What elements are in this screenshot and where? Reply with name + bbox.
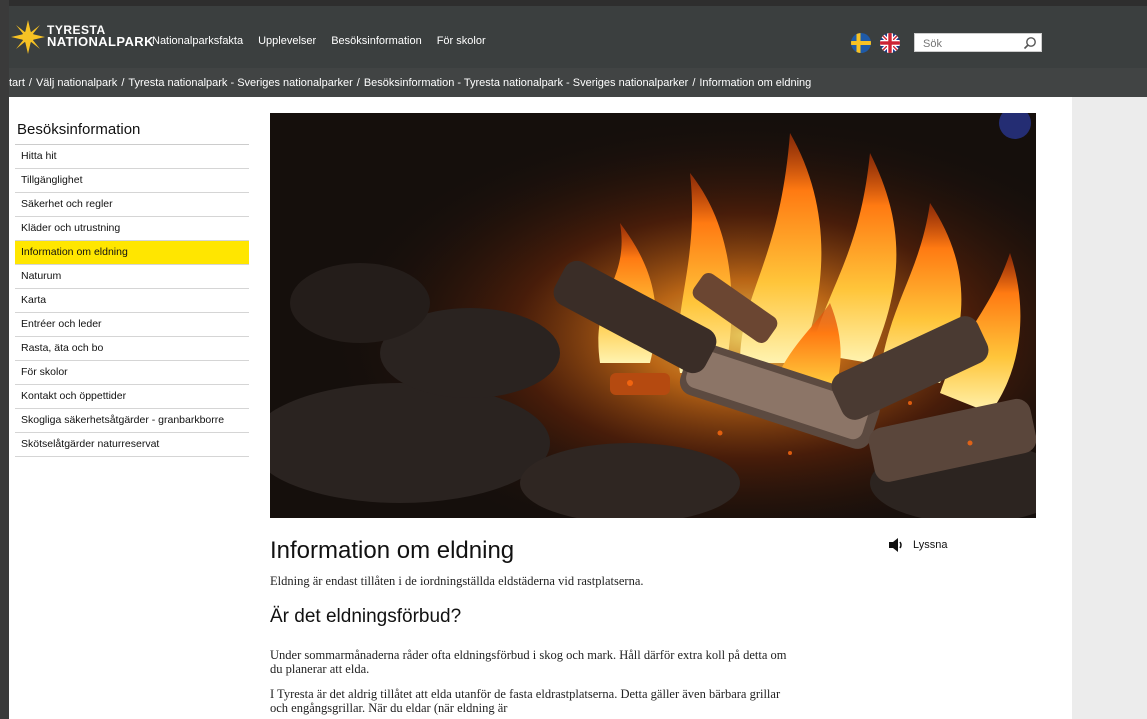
article-content: Information om eldning Eldning är endast… bbox=[270, 537, 790, 715]
search-box bbox=[914, 33, 1042, 55]
british-flag-icon[interactable] bbox=[880, 33, 900, 53]
site-logo[interactable]: TYRESTA NATIONALPARK bbox=[11, 20, 153, 60]
search-icon[interactable] bbox=[1023, 36, 1037, 55]
nav-for-skolor[interactable]: För skolor bbox=[437, 35, 486, 47]
breadcrumb-start[interactable]: tart bbox=[9, 77, 25, 89]
sidebar-title: Besöksinformation bbox=[15, 121, 249, 145]
sidebar-item-entreer-och-leder[interactable]: Entréer och leder bbox=[15, 313, 249, 337]
window-left-frame bbox=[0, 0, 9, 719]
swedish-flag-icon[interactable] bbox=[851, 33, 871, 53]
breadcrumb-valj-nationalpark[interactable]: Välj nationalpark bbox=[36, 77, 117, 89]
sidebar-item-rasta-ata-och-bo[interactable]: Rasta, äta och bo bbox=[15, 337, 249, 361]
breadcrumb-besoksinformation[interactable]: Besöksinformation - Tyresta nationalpark… bbox=[364, 77, 688, 89]
section-heading: Är det eldningsförbud? bbox=[270, 606, 462, 627]
breadcrumb-separator: / bbox=[692, 77, 696, 89]
nav-upplevelser[interactable]: Upplevelser bbox=[258, 35, 316, 47]
sidebar-item-information-om-eldning[interactable]: Information om eldning bbox=[15, 241, 249, 265]
logo-text: TYRESTA NATIONALPARK bbox=[47, 24, 154, 48]
sidebar-item-hitta-hit[interactable]: Hitta hit bbox=[15, 145, 249, 169]
breadcrumb-tyresta[interactable]: Tyresta nationalpark - Sveriges national… bbox=[128, 77, 352, 89]
paragraph-2: I Tyresta är det aldrig tillåtet att eld… bbox=[270, 687, 781, 715]
hero-campfire-image bbox=[270, 113, 1036, 518]
search-input[interactable] bbox=[921, 35, 1025, 53]
listen-button[interactable]: Lyssna bbox=[889, 538, 947, 552]
sidebar-item-skogliga-sakerhetsatgarder[interactable]: Skogliga säkerhetsåtgärder - granbarkbor… bbox=[15, 409, 249, 433]
sidebar: Besöksinformation Hitta hit Tillgängligh… bbox=[15, 121, 249, 457]
sidebar-item-kontakt-och-oppettider[interactable]: Kontakt och öppettider bbox=[15, 385, 249, 409]
paragraph-1: Under sommarmånaderna råder ofta eldning… bbox=[270, 648, 787, 676]
listen-label: Lyssna bbox=[913, 539, 948, 551]
intro-paragraph: Eldning är endast tillåten i de iordning… bbox=[270, 574, 644, 588]
breadcrumb-separator: / bbox=[356, 77, 360, 89]
sidebar-menu: Hitta hit Tillgänglighet Säkerhet och re… bbox=[15, 145, 249, 457]
nav-nationalparksfakta[interactable]: Nationalparksfakta bbox=[152, 35, 243, 47]
sidebar-item-sakerhet-och-regler[interactable]: Säkerhet och regler bbox=[15, 193, 249, 217]
breadcrumb-bar: tart / Välj nationalpark / Tyresta nationalp… bbox=[9, 68, 1147, 97]
site-header: TYRESTA NATIONALPARK Nationalparksfakta … bbox=[9, 6, 1147, 68]
sidebar-item-klader-och-utrustning[interactable]: Kläder och utrustning bbox=[15, 217, 249, 241]
sidebar-item-tillganglighet[interactable]: Tillgänglighet bbox=[15, 169, 249, 193]
breadcrumb: tart / Välj nationalpark / Tyresta nationalp… bbox=[9, 77, 811, 89]
logo-line-2: NATIONALPARK bbox=[47, 34, 154, 49]
breadcrumb-current: Information om eldning bbox=[699, 77, 812, 89]
main-nav: Nationalparksfakta Upplevelser Besöksinf… bbox=[152, 35, 486, 47]
right-gutter bbox=[1072, 97, 1147, 719]
sidebar-item-skotselatgarder[interactable]: Skötselåtgärder naturreservat bbox=[15, 433, 249, 457]
page-body: Besöksinformation Hitta hit Tillgängligh… bbox=[9, 97, 1072, 719]
nav-besoksinformation[interactable]: Besöksinformation bbox=[331, 35, 422, 47]
sidebar-item-for-skolor[interactable]: För skolor bbox=[15, 361, 249, 385]
page-title: Information om eldning bbox=[270, 537, 515, 564]
breadcrumb-separator: / bbox=[28, 77, 32, 89]
sidebar-item-karta[interactable]: Karta bbox=[15, 289, 249, 313]
breadcrumb-separator: / bbox=[121, 77, 125, 89]
sidebar-item-naturum[interactable]: Naturum bbox=[15, 265, 249, 289]
speaker-icon bbox=[889, 538, 902, 552]
sun-logo-icon bbox=[11, 20, 45, 54]
